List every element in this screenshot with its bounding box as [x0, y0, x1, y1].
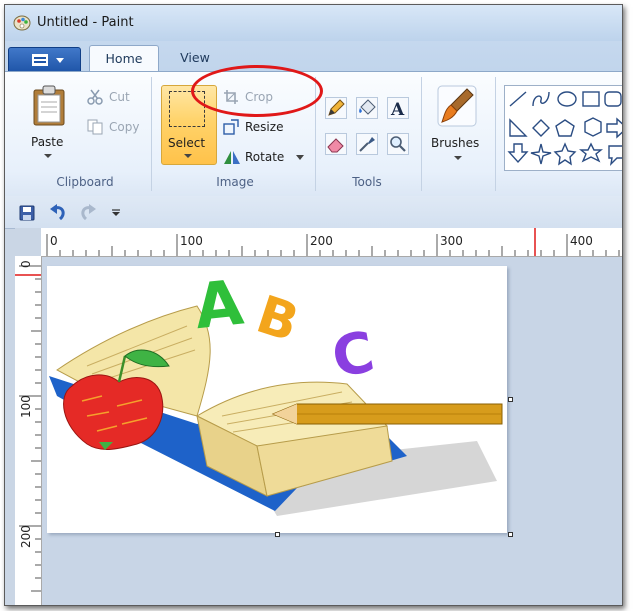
crop-highlight-annotation [191, 65, 323, 117]
brushes-button[interactable]: Brushes [431, 136, 479, 150]
color-picker-tool[interactable] [356, 133, 378, 155]
shapes-gallery[interactable] [504, 85, 623, 171]
window-title: Untitled - Paint [37, 15, 134, 30]
resize-button[interactable]: Resize [245, 120, 283, 134]
paste-clipboard-icon[interactable] [31, 85, 67, 127]
customize-toolbar-icon[interactable] [111, 209, 121, 217]
star-shape-icon[interactable] [553, 142, 577, 166]
svg-text:A: A [390, 100, 405, 118]
paint-app-icon[interactable] [13, 14, 31, 32]
drawing-canvas[interactable]: A B C [47, 265, 507, 533]
callout-shape-icon[interactable] [608, 145, 623, 167]
chevron-down-icon[interactable] [453, 155, 463, 161]
letter-a: A [191, 266, 246, 343]
pencil-tool[interactable] [325, 97, 347, 119]
canvas-resize-handle-bottom[interactable] [275, 532, 280, 537]
copy-button[interactable]: Copy [109, 120, 139, 134]
image-group-label: Image [216, 175, 254, 189]
canvas-resize-handle-corner[interactable] [508, 532, 513, 537]
ribbon-separator [495, 77, 496, 191]
ruler-label: 200 [19, 525, 33, 548]
hexagon-shape-icon[interactable] [584, 117, 602, 137]
select-label: Select [168, 136, 206, 150]
eraser-icon [327, 138, 344, 153]
four-point-star-shape-icon[interactable] [530, 143, 552, 165]
chevron-down-icon[interactable] [183, 153, 193, 159]
shapes-gallery-icons [507, 91, 623, 167]
cut-button[interactable]: Cut [109, 90, 130, 104]
right-arrow-shape-icon[interactable] [606, 117, 623, 139]
redo-icon[interactable] [79, 204, 97, 222]
apple [63, 374, 164, 450]
oval-shape-icon[interactable] [557, 91, 577, 107]
triangle-shape-icon[interactable] [509, 118, 528, 137]
ribbon-separator [421, 77, 422, 191]
ruler-label: 400 [570, 234, 593, 248]
save-icon[interactable] [19, 205, 35, 221]
resize-icon [223, 119, 239, 135]
magnifier-icon [390, 136, 406, 152]
diamond-shape-icon[interactable] [532, 119, 550, 137]
text-tool[interactable]: A [387, 97, 409, 120]
ruler-label: 100 [19, 395, 33, 418]
pentagon-shape-icon[interactable] [555, 119, 575, 137]
tab-view[interactable]: View [169, 45, 221, 71]
ruler-corner [15, 228, 41, 256]
letter-b: B [249, 285, 305, 354]
down-arrow-shape-icon[interactable] [507, 143, 529, 164]
ruler-label: 200 [310, 234, 333, 248]
horizontal-ruler: 0 100 200 300 400 [41, 228, 622, 257]
brush-icon[interactable] [437, 85, 477, 127]
ruler-label: 100 [180, 234, 203, 248]
chevron-down-icon[interactable] [296, 155, 304, 160]
tab-home[interactable]: Home [89, 45, 159, 72]
quick-access-toolbar [5, 196, 622, 229]
magnifier-tool[interactable] [387, 133, 409, 155]
text-a-icon: A [390, 100, 405, 120]
six-point-star-shape-icon[interactable] [579, 142, 603, 163]
paint-bucket-icon [359, 99, 376, 115]
ruler-label: 0 [50, 234, 58, 248]
ruler-label: 300 [440, 234, 463, 248]
line-shape-icon[interactable] [509, 91, 527, 107]
paint-menu-icon [32, 54, 64, 66]
ruler-label: 0 [19, 260, 33, 268]
undo-icon[interactable] [49, 204, 67, 222]
paste-button[interactable]: Paste [31, 135, 63, 149]
pencil-icon [328, 99, 345, 116]
rectangle-shape-icon[interactable] [582, 91, 600, 107]
tools-group-label: Tools [352, 175, 382, 189]
paint-window: Untitled - Paint Home View Paste Cut Cop… [4, 4, 623, 606]
rotate-icon [224, 151, 240, 164]
canvas-resize-handle-right[interactable] [508, 397, 513, 402]
eraser-tool[interactable] [325, 133, 347, 155]
copy-icon [87, 119, 103, 135]
fill-tool[interactable] [356, 97, 378, 119]
chevron-down-icon[interactable] [43, 153, 53, 159]
clipart-book-apple-pencil: A B C [49, 265, 503, 516]
rounded-rectangle-shape-icon[interactable] [604, 91, 622, 107]
curve-shape-icon[interactable] [532, 91, 550, 107]
vertical-ruler: 0 100 200 [15, 256, 42, 605]
eyedropper-icon [359, 137, 375, 152]
letter-c: C [327, 320, 379, 391]
rotate-button[interactable]: Rotate [245, 150, 284, 164]
paint-menu-button[interactable] [8, 47, 81, 73]
clipboard-group-label: Clipboard [56, 175, 114, 189]
ribbon-separator [151, 77, 152, 191]
vertical-ruler-ticks [15, 265, 41, 592]
scissors-icon [87, 89, 103, 105]
